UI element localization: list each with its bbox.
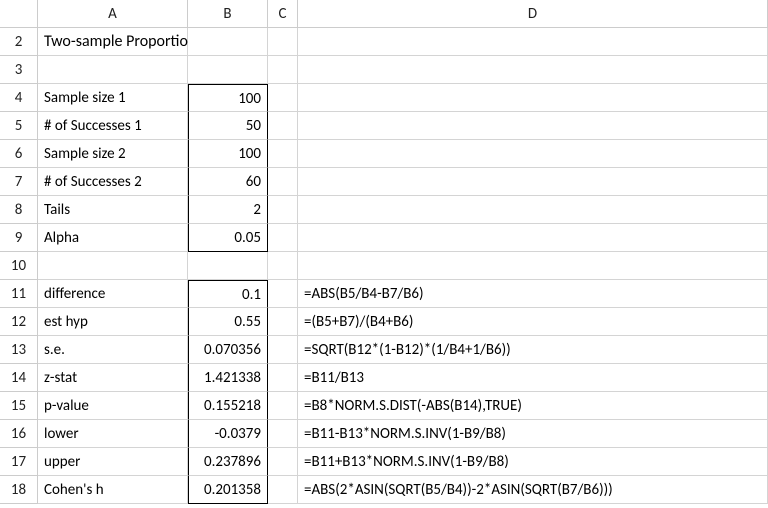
cell-C13[interactable] (268, 336, 298, 364)
formula-D15[interactable]: =B8*NORM.S.DIST(-ABS(B14),TRUE) (298, 392, 768, 420)
cell-A8[interactable]: Tails (38, 196, 188, 224)
col-header-D[interactable]: D (298, 0, 768, 28)
cell-D8[interactable] (298, 196, 768, 224)
cell-B16[interactable]: -0.0379 (188, 420, 268, 448)
cell-B18[interactable]: 0.201358 (188, 476, 268, 504)
row-header-3[interactable]: 3 (0, 56, 38, 84)
cell-D9[interactable] (298, 224, 768, 252)
cell-C18[interactable] (268, 476, 298, 504)
cell-B12[interactable]: 0.55 (188, 308, 268, 336)
cell-B8[interactable]: 2 (188, 196, 268, 224)
cell-A14[interactable]: z-stat (38, 364, 188, 392)
formula-D18[interactable]: =ABS(2*ASIN(SQRT(B5/B4))-2*ASIN(SQRT(B7/… (298, 476, 768, 504)
cell-B6[interactable]: 100 (188, 140, 268, 168)
cell-B4[interactable]: 100 (188, 84, 268, 112)
col-header-A[interactable]: A (38, 0, 188, 28)
cell-B14[interactable]: 1.421338 (188, 364, 268, 392)
cell-B2[interactable] (188, 28, 268, 56)
row-header-18[interactable]: 18 (0, 476, 38, 504)
cell-A11[interactable]: difference (38, 280, 188, 308)
cell-B11[interactable]: 0.1 (188, 280, 268, 308)
cell-A12[interactable]: est hyp (38, 308, 188, 336)
cell-A13[interactable]: s.e. (38, 336, 188, 364)
cell-C12[interactable] (268, 308, 298, 336)
cell-A5[interactable]: # of Successes 1 (38, 112, 188, 140)
row-header-4[interactable]: 4 (0, 84, 38, 112)
cell-C9[interactable] (268, 224, 298, 252)
cell-A4[interactable]: Sample size 1 (38, 84, 188, 112)
cell-A17[interactable]: upper (38, 448, 188, 476)
cell-C4[interactable] (268, 84, 298, 112)
formula-D17[interactable]: =B11+B13*NORM.S.INV(1-B9/B8) (298, 448, 768, 476)
cell-D3[interactable] (298, 56, 768, 84)
cell-B3[interactable] (188, 56, 268, 84)
cell-A16[interactable]: lower (38, 420, 188, 448)
col-header-B[interactable]: B (188, 0, 268, 28)
formula-D13[interactable]: =SQRT(B12*(1-B12)*(1/B4+1/B6)) (298, 336, 768, 364)
cell-D5[interactable] (298, 112, 768, 140)
cell-C8[interactable] (268, 196, 298, 224)
title-cell[interactable]: Two-sample Proportion Z-Test (38, 28, 188, 56)
cell-C11[interactable] (268, 280, 298, 308)
formula-D16[interactable]: =B11-B13*NORM.S.INV(1-B9/B8) (298, 420, 768, 448)
cell-A7[interactable]: # of Successes 2 (38, 168, 188, 196)
spreadsheet-grid: ABCD2Two-sample Proportion Z-Test34Sampl… (0, 0, 768, 504)
row-header-10[interactable]: 10 (0, 252, 38, 280)
cell-C17[interactable] (268, 448, 298, 476)
cell-C5[interactable] (268, 112, 298, 140)
col-header-C[interactable]: C (268, 0, 298, 28)
row-header-6[interactable]: 6 (0, 140, 38, 168)
row-header-7[interactable]: 7 (0, 168, 38, 196)
cell-C6[interactable] (268, 140, 298, 168)
cell-B5[interactable]: 50 (188, 112, 268, 140)
formula-D11[interactable]: =ABS(B5/B4-B7/B6) (298, 280, 768, 308)
row-header-9[interactable]: 9 (0, 224, 38, 252)
cell-C3[interactable] (268, 56, 298, 84)
row-header-13[interactable]: 13 (0, 336, 38, 364)
row-header-16[interactable]: 16 (0, 420, 38, 448)
row-header-12[interactable]: 12 (0, 308, 38, 336)
cell-C10[interactable] (268, 252, 298, 280)
formula-D12[interactable]: =(B5+B7)/(B4+B6) (298, 308, 768, 336)
cell-A3[interactable] (38, 56, 188, 84)
row-header-11[interactable]: 11 (0, 280, 38, 308)
cell-A9[interactable]: Alpha (38, 224, 188, 252)
cell-B10[interactable] (188, 252, 268, 280)
cell-B17[interactable]: 0.237896 (188, 448, 268, 476)
cell-B15[interactable]: 0.155218 (188, 392, 268, 420)
cell-D10[interactable] (298, 252, 768, 280)
row-header-14[interactable]: 14 (0, 364, 38, 392)
cell-A10[interactable] (38, 252, 188, 280)
cell-C15[interactable] (268, 392, 298, 420)
cell-C2[interactable] (268, 28, 298, 56)
row-header-5[interactable]: 5 (0, 112, 38, 140)
cell-A18[interactable]: Cohen's h (38, 476, 188, 504)
cell-D2[interactable] (298, 28, 768, 56)
cell-D7[interactable] (298, 168, 768, 196)
cell-D4[interactable] (298, 84, 768, 112)
row-header-8[interactable]: 8 (0, 196, 38, 224)
row-header-2[interactable]: 2 (0, 28, 38, 56)
cell-C7[interactable] (268, 168, 298, 196)
cell-C16[interactable] (268, 420, 298, 448)
cell-A15[interactable]: p-value (38, 392, 188, 420)
cell-B9[interactable]: 0.05 (188, 224, 268, 252)
cell-D6[interactable] (298, 140, 768, 168)
row-header-17[interactable]: 17 (0, 448, 38, 476)
cell-B13[interactable]: 0.070356 (188, 336, 268, 364)
cell-B7[interactable]: 60 (188, 168, 268, 196)
cell-C14[interactable] (268, 364, 298, 392)
row-header-15[interactable]: 15 (0, 392, 38, 420)
cell-A6[interactable]: Sample size 2 (38, 140, 188, 168)
formula-D14[interactable]: =B11/B13 (298, 364, 768, 392)
corner-cell (0, 0, 38, 28)
